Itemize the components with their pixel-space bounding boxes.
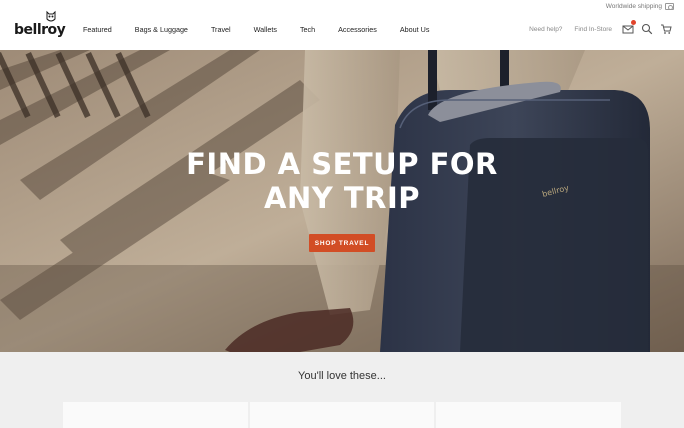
logo[interactable]: bellroy: [14, 10, 66, 40]
cart-icon[interactable]: [660, 22, 672, 34]
utility-links: Need help? Find In-Store: [529, 26, 612, 33]
hero-headline-line1: FIND A SETUP FOR: [186, 147, 498, 181]
hero-headline-line2: ANY TRIP: [264, 181, 420, 215]
product-card[interactable]: [436, 402, 622, 428]
nav-bags-luggage[interactable]: Bags & Luggage: [135, 25, 188, 34]
product-cards: [63, 402, 622, 428]
globe-icon: [665, 3, 674, 10]
need-help-link[interactable]: Need help?: [529, 26, 562, 33]
nav-wallets[interactable]: Wallets: [254, 25, 277, 34]
product-card[interactable]: [249, 402, 435, 428]
nav-about-us[interactable]: About Us: [400, 25, 430, 34]
nav-travel[interactable]: Travel: [211, 25, 231, 34]
hero-headline: FIND A SETUP FOR ANY TRIP: [0, 147, 684, 215]
nav-accessories[interactable]: Accessories: [338, 25, 377, 34]
main-nav: Featured Bags & Luggage Travel Wallets T…: [83, 25, 452, 34]
site-header: Worldwide shipping bellroy Featured Bags…: [0, 0, 684, 50]
hero-banner: bellroy FIND A SETUP FOR ANY TRIP SHOP T…: [0, 50, 684, 352]
header-icons: [622, 20, 672, 35]
mail-icon[interactable]: [622, 20, 636, 34]
find-in-store-link[interactable]: Find In-Store: [574, 26, 612, 33]
notification-badge: [631, 20, 636, 25]
shipping-selector[interactable]: Worldwide shipping: [606, 3, 674, 10]
logo-text: bellroy: [14, 22, 66, 38]
product-card[interactable]: [63, 402, 248, 428]
search-icon[interactable]: [641, 22, 653, 35]
recommendations-section: You'll love these...: [0, 352, 684, 428]
section-title: You'll love these...: [298, 370, 386, 382]
nav-featured[interactable]: Featured: [83, 25, 112, 34]
nav-tech[interactable]: Tech: [300, 25, 315, 34]
shop-travel-button[interactable]: SHOP TRAVEL: [309, 234, 375, 252]
shipping-label: Worldwide shipping: [605, 3, 662, 10]
